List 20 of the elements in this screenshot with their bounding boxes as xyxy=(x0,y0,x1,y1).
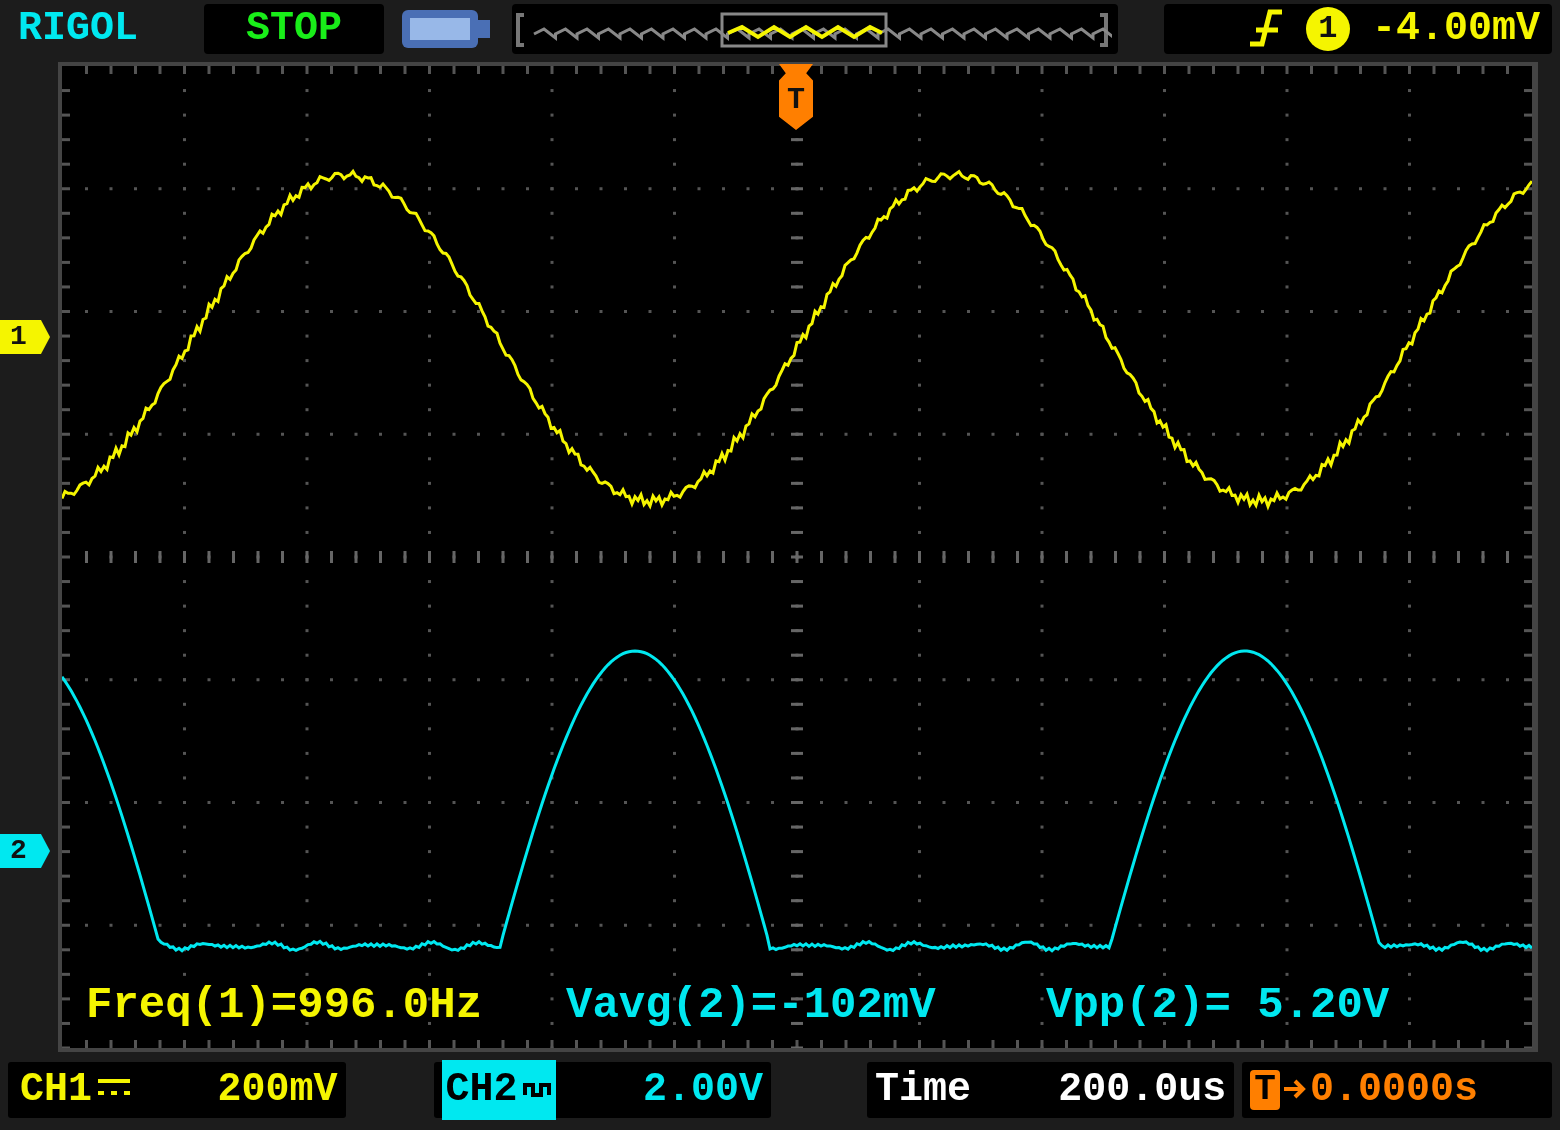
run-state: STOP xyxy=(204,4,384,54)
battery-icon xyxy=(400,8,492,50)
timebase-value: 200.0us xyxy=(1058,1066,1227,1114)
measurement-readout: Freq(1)=996.0Hz xyxy=(86,979,483,1032)
channel-label[interactable]: CH1 xyxy=(16,1060,136,1120)
measurement-readout: Vavg(2)=-102mV xyxy=(566,979,936,1032)
measurement-readout: Vpp(2)= 5.20V xyxy=(1046,979,1390,1032)
trigger-offset-marker: T xyxy=(1250,1070,1280,1110)
channel-marker[interactable]: 1 xyxy=(0,320,50,354)
trigger-offset-value: 0.0000s xyxy=(1309,1066,1478,1114)
channel-label[interactable]: CH2 xyxy=(441,1060,556,1120)
rising-edge-icon xyxy=(1247,8,1284,49)
channel-scale: 2.00V xyxy=(642,1066,763,1114)
trigger-source: 1 xyxy=(1305,7,1350,51)
trigger-level: -4.00mV xyxy=(1371,5,1540,53)
timebase-label: Time xyxy=(875,1066,971,1114)
brand-logo: RIGOL xyxy=(17,5,140,53)
channel-scale: 200mV xyxy=(217,1066,338,1114)
trigger-position-marker[interactable]: T xyxy=(779,64,813,130)
channel-marker[interactable]: 2 xyxy=(0,834,50,868)
